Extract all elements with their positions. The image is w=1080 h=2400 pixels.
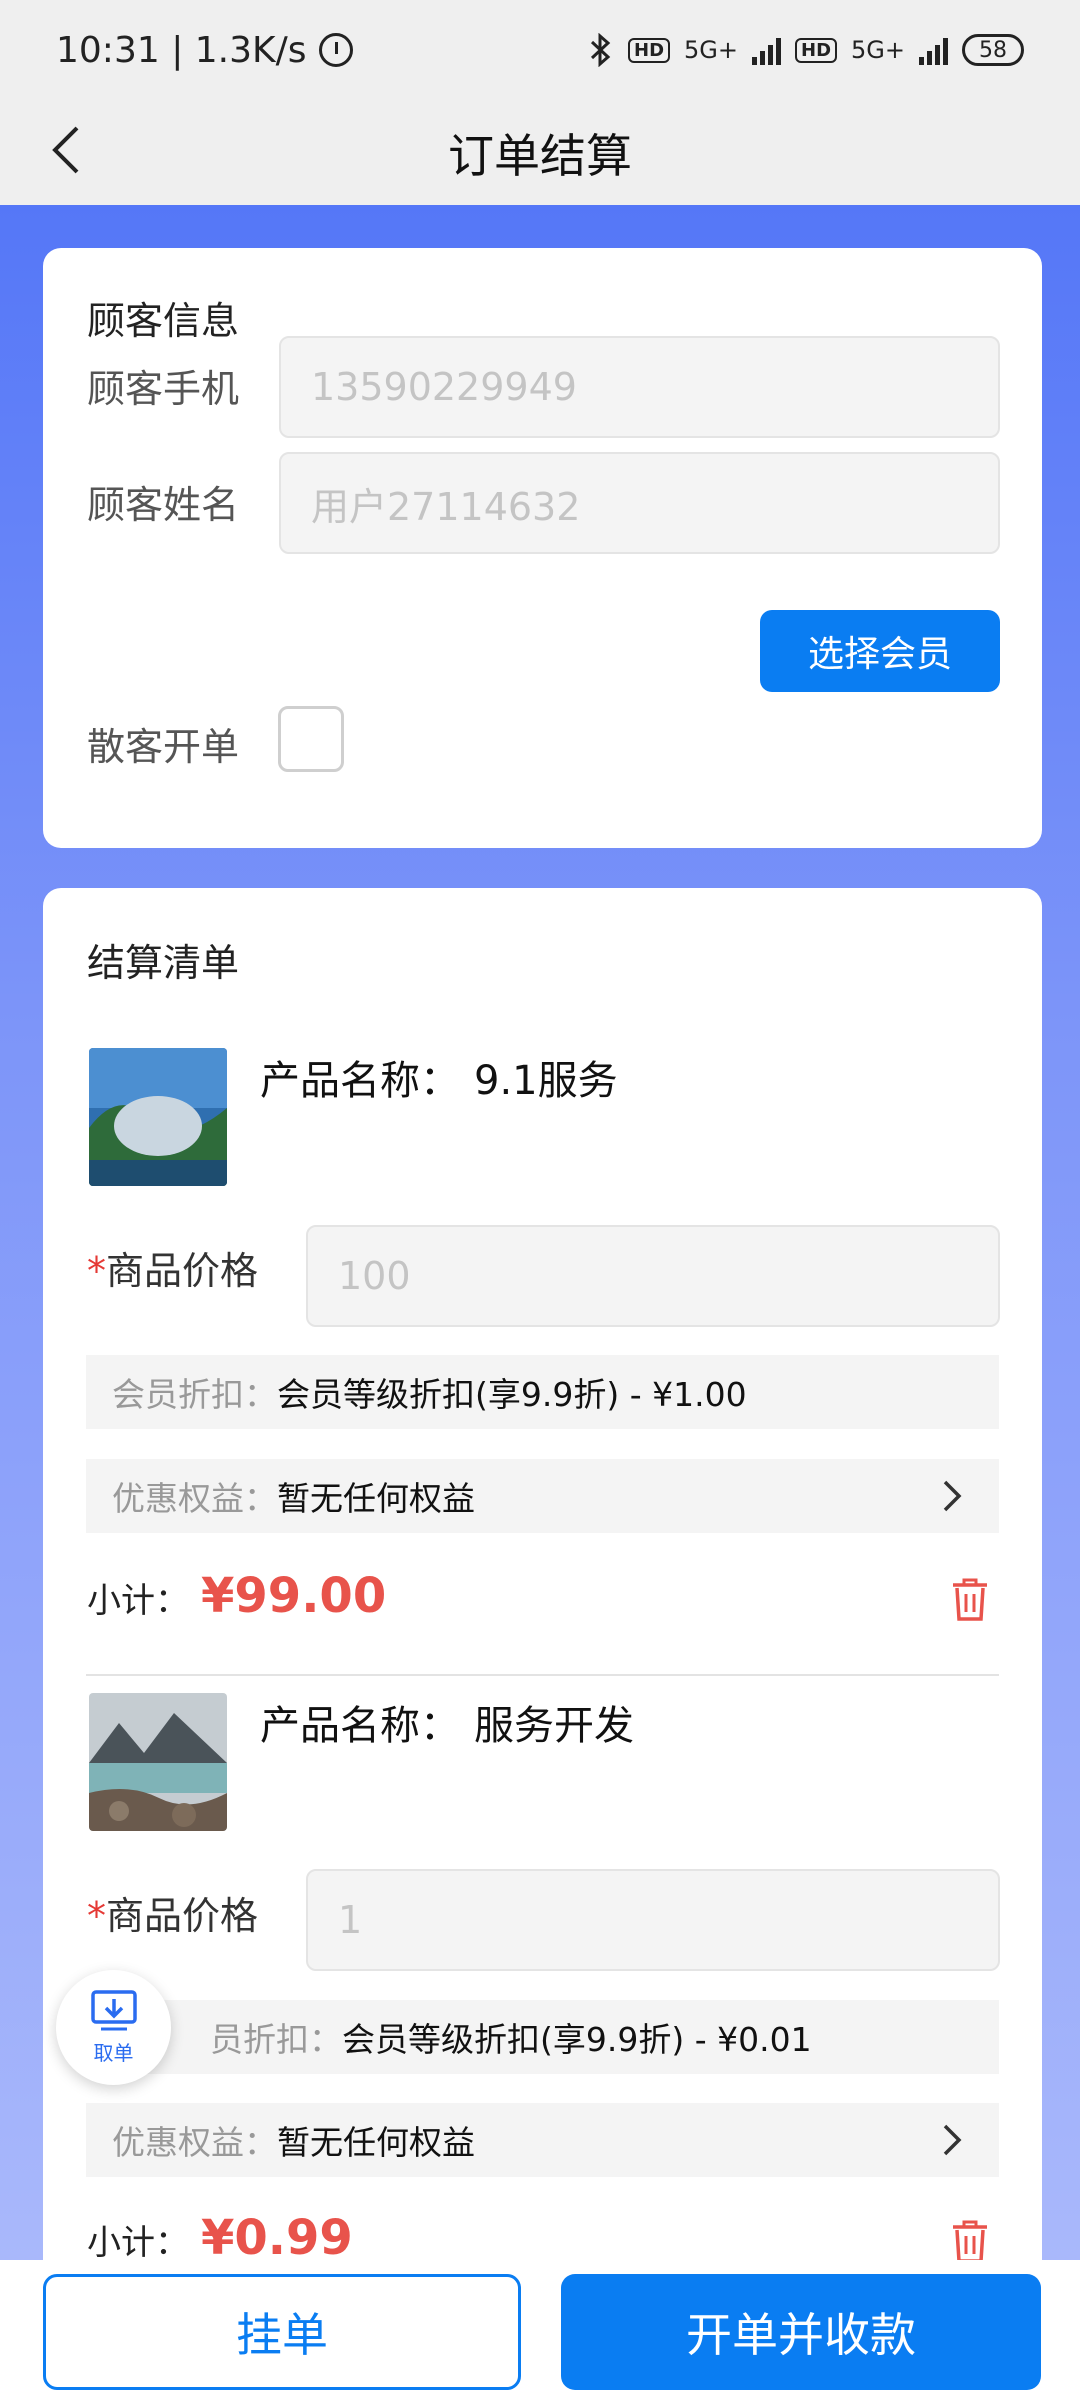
name-input[interactable]: 用户27114632: [279, 452, 1000, 554]
status-bar: 10:31 | 1.3K/s HD 5G+ HD 5G+ 58: [0, 0, 1080, 100]
price-input-1[interactable]: 100: [306, 1225, 1000, 1327]
phone-placeholder: 13590229949: [311, 365, 577, 409]
retrieve-order-icon: [90, 1990, 137, 2031]
product-name-1: 产品名称： 9.1服务: [260, 1048, 618, 1106]
hd-badge-2: HD: [795, 37, 838, 63]
subtotal-label: 小计：: [87, 2223, 189, 2260]
subtotal-amount: ¥0.99: [201, 2210, 353, 2260]
product-thumbnail: [89, 1048, 227, 1186]
main-content[interactable]: 顾客信息 顾客手机 13590229949 顾客姓名 用户27114632 选择…: [0, 205, 1080, 2260]
subtotal-2: 小计： ¥0.99: [87, 2210, 353, 2260]
chevron-right-icon: [943, 2124, 962, 2156]
benefit-label: 优惠权益：: [112, 2123, 277, 2162]
nav-bar: 订单结算: [0, 100, 1080, 205]
discount-value: 会员等级折扣(享9.9折) - ¥1.00: [277, 1375, 747, 1414]
member-discount-row-2: 员折扣： 会员等级折扣(享9.9折) - ¥0.01: [86, 2000, 999, 2074]
product-name-label: 产品名称：: [260, 1058, 460, 1104]
select-member-button[interactable]: 选择会员: [760, 610, 1000, 692]
price-label-2: *商品价格: [87, 1885, 258, 1940]
bluetooth-icon: [590, 33, 611, 67]
customer-info-card: 顾客信息 顾客手机 13590229949 顾客姓名 用户27114632 选择…: [43, 248, 1042, 848]
product-name-value: 服务开发: [474, 1703, 634, 1749]
battery-icon: 58: [962, 34, 1024, 66]
subtotal-label: 小计：: [87, 1581, 189, 1621]
network-label-2: 5G+: [851, 36, 905, 64]
discount-label: 员折扣：: [210, 2020, 342, 2059]
page-title: 订单结算: [448, 128, 632, 183]
product-thumbnail: [89, 1693, 227, 1831]
product-image-icon: [89, 1048, 227, 1186]
trash-icon[interactable]: [949, 1576, 991, 1622]
open-and-collect-button[interactable]: 开单并收款: [561, 2274, 1041, 2390]
retrieve-order-button[interactable]: 取单: [56, 1970, 171, 2085]
customer-section-title: 顾客信息: [87, 299, 240, 343]
subtotal-amount: ¥99.00: [201, 1568, 387, 1624]
status-time-group: 10:31 | 1.3K/s: [56, 30, 586, 71]
item-divider: [86, 1674, 999, 1676]
price-label-text: 商品价格: [106, 1894, 259, 1938]
price-placeholder: 1: [338, 1898, 363, 1942]
signal-icon-1: [752, 35, 781, 65]
walkin-checkbox[interactable]: [278, 706, 344, 772]
checkout-section-title: 结算清单: [87, 941, 240, 985]
required-mark: *: [87, 1249, 106, 1293]
signal-icon-2: [919, 35, 948, 65]
phone-label: 顾客手机: [87, 367, 240, 411]
price-input-2[interactable]: 1: [306, 1869, 1000, 1971]
hold-order-button[interactable]: 挂单: [43, 2274, 521, 2390]
hd-badge-1: HD: [628, 37, 671, 63]
name-label: 顾客姓名: [87, 483, 240, 527]
name-placeholder: 用户27114632: [311, 484, 581, 529]
benefit-label: 优惠权益：: [112, 1479, 277, 1518]
benefit-value: 暂无任何权益: [277, 2123, 475, 2162]
discount-value: 会员等级折扣(享9.9折) - ¥0.01: [342, 2020, 812, 2059]
price-label-text: 商品价格: [106, 1249, 259, 1293]
network-label-1: 5G+: [684, 36, 738, 64]
product-name-value: 9.1服务: [474, 1058, 618, 1104]
chevron-right-icon: [943, 1480, 962, 1512]
discount-label: 会员折扣：: [112, 1375, 277, 1414]
benefit-value: 暂无任何权益: [277, 1479, 475, 1518]
benefit-row-1[interactable]: 优惠权益： 暂无任何权益: [86, 1459, 999, 1533]
required-mark: *: [87, 1894, 106, 1938]
walkin-label: 散客开单: [87, 725, 240, 769]
benefit-row-2[interactable]: 优惠权益： 暂无任何权益: [86, 2103, 999, 2177]
back-button[interactable]: [36, 120, 96, 180]
phone-input[interactable]: 13590229949: [279, 336, 1000, 438]
member-discount-row-1: 会员折扣： 会员等级折扣(享9.9折) - ¥1.00: [86, 1355, 999, 1429]
checkout-list-card: 结算清单 产品名称： 9.1服务 *商品价格 100 会员折扣： 会员等级折扣(享…: [43, 888, 1042, 2260]
status-time: 10:31 | 1.3K/s: [56, 29, 307, 71]
back-arrow-icon: [52, 126, 79, 174]
status-indicators: HD 5G+ HD 5G+ 58: [586, 33, 1024, 67]
trash-icon[interactable]: [949, 2218, 991, 2260]
price-placeholder: 100: [338, 1254, 411, 1298]
subtotal-1: 小计： ¥99.00: [87, 1568, 386, 1624]
product-name-label: 产品名称：: [260, 1703, 460, 1749]
retrieve-order-label: 取单: [93, 2041, 134, 2065]
bottom-action-bar: 挂单 开单并收款: [0, 2260, 1080, 2400]
product-name-2: 产品名称： 服务开发: [260, 1693, 634, 1751]
alarm-icon: [318, 33, 353, 67]
price-label-1: *商品价格: [87, 1240, 258, 1295]
product-image-icon: [89, 1693, 227, 1831]
